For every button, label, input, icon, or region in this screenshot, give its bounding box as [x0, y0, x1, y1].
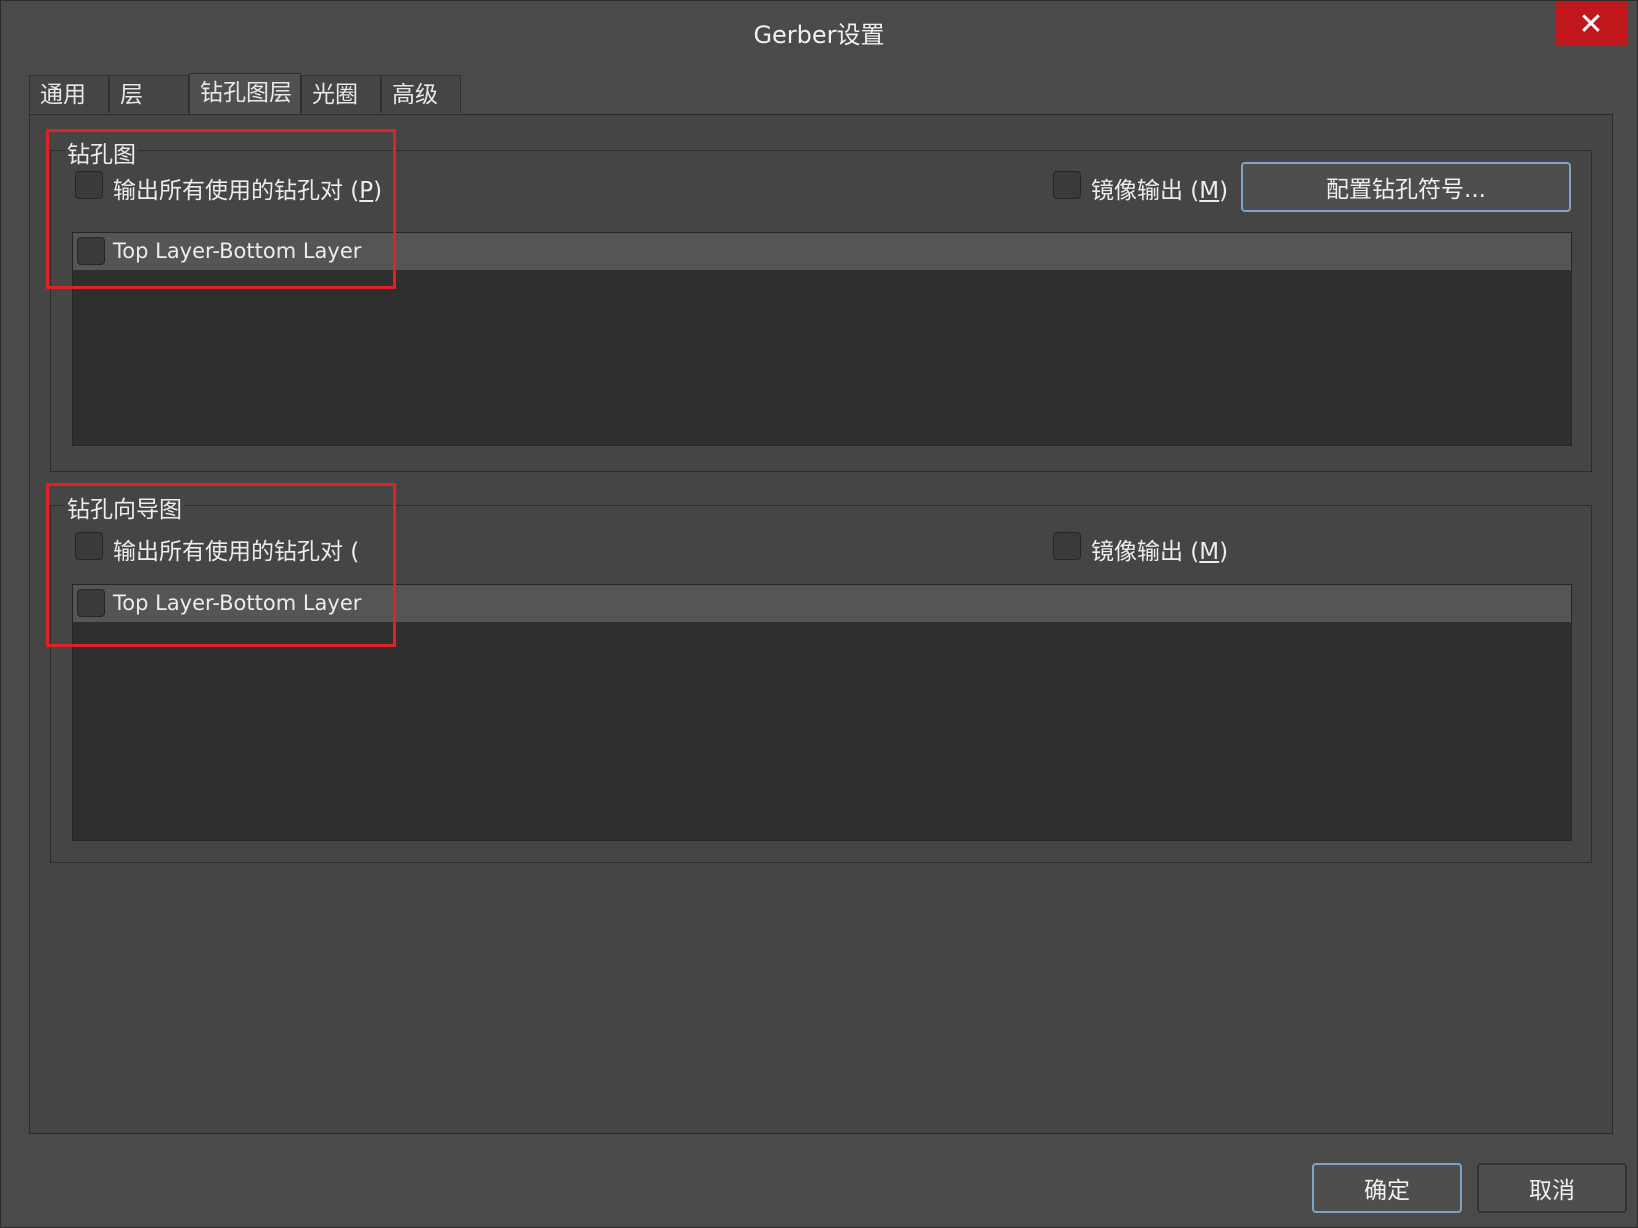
guide-mirror-output-label[interactable]: 镜像输出 (M) [1091, 532, 1228, 566]
ok-button[interactable]: 确定 [1312, 1163, 1462, 1213]
highlight-box-drill-guide [46, 483, 396, 647]
tab-general[interactable]: 通用 [29, 75, 109, 113]
configure-drill-symbols-button[interactable]: 配置钻孔符号... [1241, 162, 1571, 212]
mirror-output-checkbox[interactable] [1053, 171, 1081, 199]
tab-drill-drawing[interactable]: 钻孔图层 [189, 73, 301, 115]
window-title: Gerber设置 [753, 21, 885, 49]
tab-apertures[interactable]: 光圈 [301, 75, 381, 113]
title-bar: Gerber设置 ✕ [1, 1, 1637, 59]
cancel-button[interactable]: 取消 [1477, 1163, 1627, 1213]
tab-layers[interactable]: 层 [109, 75, 189, 113]
close-button[interactable]: ✕ [1555, 2, 1627, 46]
gerber-settings-dialog: Gerber设置 ✕ 通用 层 钻孔图层 光圈 高级 钻孔图 输出所有使用的钻孔… [0, 0, 1638, 1228]
close-icon: ✕ [1578, 6, 1604, 42]
mirror-output-label[interactable]: 镜像输出 (M) [1091, 171, 1228, 205]
tab-advanced[interactable]: 高级 [381, 75, 461, 113]
highlight-box-drill-drawing [46, 129, 396, 289]
guide-mirror-output-checkbox[interactable] [1053, 532, 1081, 560]
